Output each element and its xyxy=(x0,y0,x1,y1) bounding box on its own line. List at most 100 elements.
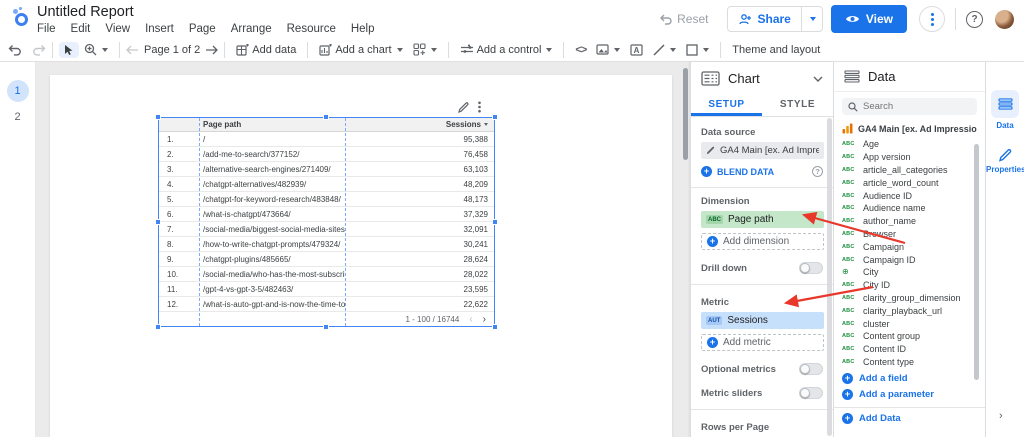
field-article-all-categories[interactable]: ABC article_all_categories xyxy=(834,164,985,177)
add-a-field-button[interactable]: + Add a field xyxy=(834,373,985,385)
menu-page[interactable]: Page xyxy=(189,23,216,35)
page-thumbnail-1[interactable]: 1 xyxy=(6,80,29,102)
shape-tool-button[interactable] xyxy=(681,42,714,58)
field-clarity-group-dimension[interactable]: ABC clarity_group_dimension xyxy=(834,292,985,305)
looker-studio-logo-icon[interactable] xyxy=(12,7,32,27)
add-data-button[interactable]: Add data xyxy=(231,42,301,58)
theme-and-layout-button[interactable]: Theme and layout xyxy=(727,42,825,58)
menu-view[interactable]: View xyxy=(105,23,130,35)
field-browser[interactable]: ABC Browser xyxy=(834,228,985,241)
chart-panel-scrollbar[interactable] xyxy=(827,118,832,436)
field-cluster[interactable]: ABC cluster xyxy=(834,317,985,330)
text-tool-button[interactable]: A xyxy=(625,42,648,58)
menu-resource[interactable]: Resource xyxy=(287,23,336,35)
zoom-tool-button[interactable] xyxy=(79,41,113,58)
field-city-id[interactable]: ABC City ID xyxy=(834,279,985,292)
chart-panel-header[interactable]: Chart xyxy=(691,62,833,95)
embed-button[interactable]: <> xyxy=(570,42,591,58)
chart-more-options-icon[interactable] xyxy=(478,101,481,113)
resize-handle[interactable] xyxy=(492,114,498,120)
sessions-header[interactable]: Sessions xyxy=(345,120,494,129)
next-page-icon[interactable] xyxy=(205,45,219,55)
reset-button[interactable]: Reset xyxy=(660,12,709,26)
canvas-scrollbar[interactable] xyxy=(683,68,688,160)
metric-chip-sessions[interactable]: AUT Sessions xyxy=(701,312,824,329)
field-author-name[interactable]: ABC author_name xyxy=(834,215,985,228)
chevron-down-icon[interactable] xyxy=(813,76,823,82)
share-dropdown[interactable] xyxy=(800,7,822,31)
edit-pencil-icon[interactable] xyxy=(706,146,715,155)
rail-properties-button[interactable] xyxy=(986,148,1024,162)
row-number: 11. xyxy=(167,284,178,294)
resize-handle[interactable] xyxy=(155,114,161,120)
report-title[interactable]: Untitled Report xyxy=(37,4,134,20)
data-source-row[interactable]: GA4 Main [ex. Ad Impressions] xyxy=(842,123,977,134)
menu-arrange[interactable]: Arrange xyxy=(231,23,272,35)
field-article-word-count[interactable]: ABC article_word_count xyxy=(834,176,985,189)
help-button[interactable]: ? xyxy=(966,10,983,28)
field-content-id[interactable]: ABC Content ID xyxy=(834,343,985,356)
field-clarity-playback-url[interactable]: ABC clarity_playback_url xyxy=(834,304,985,317)
collapse-panel-chevron[interactable]: › xyxy=(999,410,1003,422)
search-input[interactable] xyxy=(863,101,963,112)
resize-handle[interactable] xyxy=(323,114,329,120)
next-page-icon[interactable]: › xyxy=(483,314,486,325)
field-audience-name[interactable]: ABC Audience name xyxy=(834,202,985,215)
community-visualizations-button[interactable] xyxy=(408,41,442,58)
optional-metrics-toggle[interactable] xyxy=(799,363,823,375)
table-chart[interactable]: Page path Sessions 1. / 95,388 2. /add-me-to… xyxy=(155,114,498,330)
edit-pencil-icon[interactable] xyxy=(458,101,469,113)
page-indicator[interactable]: Page 1 of 2 xyxy=(139,42,205,58)
menu-help[interactable]: Help xyxy=(351,23,375,35)
resize-handle[interactable] xyxy=(155,219,161,225)
add-a-chart-button[interactable]: Add a chart xyxy=(314,42,407,58)
resize-handle[interactable] xyxy=(492,324,498,330)
field-content-group[interactable]: ABC Content group xyxy=(834,330,985,343)
field-content-type[interactable]: ABC Content type xyxy=(834,356,985,369)
add-a-parameter-button[interactable]: + Add a parameter xyxy=(834,389,985,401)
field-campaign[interactable]: ABC Campaign xyxy=(834,240,985,253)
image-tool-button[interactable] xyxy=(591,42,625,57)
avatar[interactable] xyxy=(995,9,1014,29)
field-audience-id[interactable]: ABC Audience ID xyxy=(834,189,985,202)
metric-sliders-toggle[interactable] xyxy=(799,387,823,399)
previous-page-icon[interactable] xyxy=(126,45,139,55)
blend-data-button[interactable]: BLEND DATA xyxy=(717,167,807,177)
field-app-version[interactable]: ABC App version xyxy=(834,151,985,164)
add-metric-button[interactable]: + Add metric xyxy=(701,334,824,351)
select-tool-button[interactable] xyxy=(59,41,79,58)
more-options-button[interactable] xyxy=(919,6,945,32)
undo-icon[interactable] xyxy=(8,44,22,56)
add-dimension-button[interactable]: + Add dimension xyxy=(701,233,824,250)
tab-setup[interactable]: SETUP xyxy=(691,95,762,116)
field-age[interactable]: ABC Age xyxy=(834,138,985,151)
field-campaign-id[interactable]: ABC Campaign ID xyxy=(834,253,985,266)
line-tool-button[interactable] xyxy=(648,42,681,58)
add-data-icon xyxy=(236,43,250,56)
resize-handle[interactable] xyxy=(323,324,329,330)
page-thumbnail-2[interactable]: 2 xyxy=(7,106,29,128)
dimension-chip-page-path[interactable]: ABC Page path xyxy=(701,211,824,228)
field-list-scrollbar[interactable] xyxy=(974,144,979,380)
add-data-button[interactable]: + Add Data xyxy=(834,413,985,425)
redo-icon[interactable] xyxy=(32,44,46,56)
prev-page-icon[interactable]: ‹ xyxy=(469,314,472,325)
share-button[interactable]: Share xyxy=(726,6,823,32)
data-source-chip[interactable]: GA4 Main [ex. Ad Impressio... xyxy=(701,142,824,159)
field-search[interactable] xyxy=(842,98,977,115)
text-field-type-icon: ABC xyxy=(842,205,855,212)
drill-down-toggle[interactable] xyxy=(799,262,823,274)
resize-handle[interactable] xyxy=(492,219,498,225)
rail-data-button[interactable] xyxy=(991,90,1019,118)
view-button[interactable]: View xyxy=(830,5,907,33)
page-path-header[interactable]: Page path xyxy=(199,120,345,129)
help-icon[interactable]: ? xyxy=(812,166,823,177)
menu-edit[interactable]: Edit xyxy=(71,23,91,35)
menu-insert[interactable]: Insert xyxy=(145,23,174,35)
field-city[interactable]: ⊕ City xyxy=(834,266,985,279)
resize-handle[interactable] xyxy=(155,324,161,330)
field-name: Campaign ID xyxy=(863,254,916,265)
menu-file[interactable]: File xyxy=(37,23,56,35)
add-a-control-button[interactable]: Add a control xyxy=(455,42,558,58)
tab-style[interactable]: STYLE xyxy=(762,95,833,116)
